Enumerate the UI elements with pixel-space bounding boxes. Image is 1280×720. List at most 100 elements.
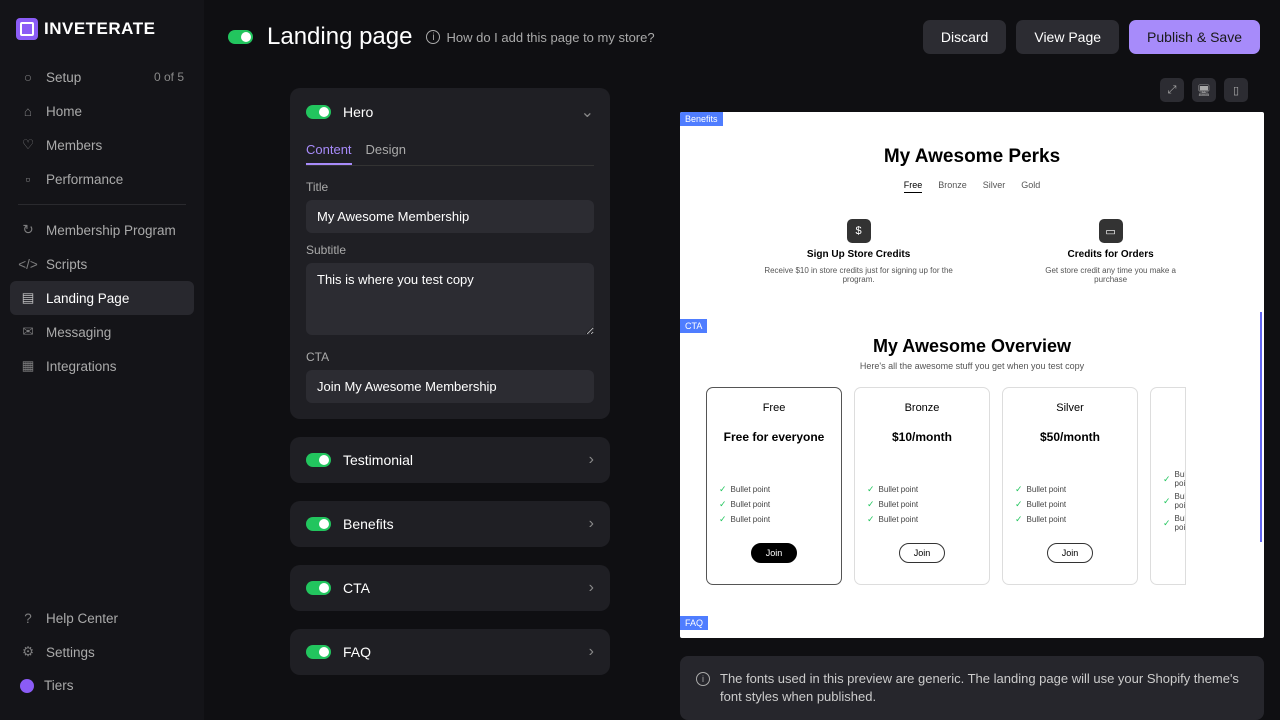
mail-icon: ✉: [20, 324, 36, 340]
setup-count: 0 of 5: [154, 70, 184, 84]
plan-bronze[interactable]: Bronze $10/month ✓Bullet point ✓Bullet p…: [854, 387, 990, 585]
plan-name: Free: [763, 402, 786, 414]
section-faq: FAQ ›: [290, 629, 610, 675]
plan-partial: ✓Bullet point ✓Bullet point ✓Bullet poin…: [1150, 387, 1186, 585]
check-icon: ✓: [1163, 496, 1171, 507]
help-link[interactable]: i How do I add this page to my store?: [426, 30, 654, 45]
hero-title: Hero: [343, 104, 373, 120]
subtitle-input[interactable]: This is where you test copy: [306, 263, 594, 335]
preview-frame: Benefits My Awesome Perks Free Bronze Si…: [680, 112, 1264, 638]
preview-notice: i The fonts used in this preview are gen…: [680, 656, 1264, 720]
sidebar-item-label: Tiers: [44, 678, 74, 693]
plan-price: $10/month: [892, 430, 952, 444]
plan-silver[interactable]: Silver $50/month ✓Bullet point ✓Bullet p…: [1002, 387, 1138, 585]
sidebar-item-tiers[interactable]: Tiers: [10, 669, 194, 702]
sidebar-item-label: Membership Program: [46, 223, 176, 238]
badge-cta: CTA: [680, 319, 707, 333]
info-icon: i: [426, 30, 440, 44]
refresh-icon: ↻: [20, 222, 36, 238]
sidebar-item-label: Messaging: [46, 325, 111, 340]
header: Landing page i How do I add this page to…: [204, 0, 1280, 68]
check-icon: ✓: [719, 499, 727, 510]
discard-button[interactable]: Discard: [923, 20, 1006, 54]
sidebar-item-scripts[interactable]: </> Scripts: [10, 247, 194, 281]
faq-toggle[interactable]: [306, 645, 331, 659]
chart-icon: ▫: [20, 171, 36, 187]
dollar-icon: $: [847, 219, 871, 243]
section-testimonial-header[interactable]: Testimonial ›: [290, 437, 610, 483]
publish-save-button[interactable]: Publish & Save: [1129, 20, 1260, 54]
cta-input[interactable]: [306, 370, 594, 403]
perks-tab-silver[interactable]: Silver: [983, 180, 1006, 193]
sidebar-item-label: Help Center: [46, 611, 118, 626]
benefit-title: Credits for Orders: [1068, 249, 1154, 260]
main: Landing page i How do I add this page to…: [204, 0, 1280, 720]
mobile-view-button[interactable]: ▯: [1224, 78, 1248, 102]
sidebar-item-settings[interactable]: ⚙ Settings: [10, 635, 194, 669]
code-icon: </>: [20, 256, 36, 272]
check-icon: ✓: [1163, 518, 1171, 529]
sidebar-item-label: Settings: [46, 645, 95, 660]
hero-toggle[interactable]: [306, 105, 331, 119]
testimonial-toggle[interactable]: [306, 453, 331, 467]
section-cta: CTA ›: [290, 565, 610, 611]
home-icon: ⌂: [20, 103, 36, 119]
gear-icon: ⚙: [20, 644, 36, 660]
check-icon: ✓: [1015, 499, 1023, 510]
section-hero-header[interactable]: Hero ⌄: [290, 88, 610, 136]
chevron-right-icon: ›: [589, 643, 594, 661]
chevron-right-icon: ›: [589, 579, 594, 597]
page-enabled-toggle[interactable]: [228, 30, 253, 44]
sidebar-item-help[interactable]: ? Help Center: [10, 601, 194, 635]
editor-panel: Hero ⌄ Content Design Title Subtitle Thi…: [220, 68, 620, 720]
preview-panel: ⤢ 🖥 ▯ Benefits My Awesome Perks Free Bro…: [620, 68, 1264, 720]
sidebar-item-setup[interactable]: ○ Setup 0 of 5: [10, 60, 194, 94]
desktop-view-button[interactable]: 🖥: [1192, 78, 1216, 102]
plan-name: Silver: [1056, 402, 1084, 414]
sidebar-item-integrations[interactable]: ▦ Integrations: [10, 349, 194, 383]
benefits-title: Benefits: [343, 516, 394, 532]
plan-price: $50/month: [1040, 430, 1100, 444]
benefit-desc: Receive $10 in store credits just for si…: [760, 266, 957, 284]
plan-free[interactable]: Free Free for everyone ✓Bullet point ✓Bu…: [706, 387, 842, 585]
check-icon: ✓: [1015, 484, 1023, 495]
perks-tab-free[interactable]: Free: [904, 180, 923, 193]
check-icon: ✓: [867, 499, 875, 510]
benefit-desc: Get store credit any time you make a pur…: [1037, 266, 1184, 284]
sidebar-item-label: Integrations: [46, 359, 117, 374]
join-button[interactable]: Join: [1047, 543, 1094, 563]
sidebar-item-label: Home: [46, 104, 82, 119]
join-button[interactable]: Join: [751, 543, 798, 563]
benefits-toggle[interactable]: [306, 517, 331, 531]
sidebar-item-membership-program[interactable]: ↻ Membership Program: [10, 213, 194, 247]
plan-name: Bronze: [905, 402, 940, 414]
title-input[interactable]: [306, 200, 594, 233]
tab-design[interactable]: Design: [366, 136, 406, 165]
scrollbar[interactable]: [1260, 312, 1262, 542]
section-faq-header[interactable]: FAQ ›: [290, 629, 610, 675]
sidebar-item-messaging[interactable]: ✉ Messaging: [10, 315, 194, 349]
cta-label: CTA: [306, 350, 594, 364]
perks-tab-gold[interactable]: Gold: [1021, 180, 1040, 193]
tab-content[interactable]: Content: [306, 136, 352, 165]
cta-toggle[interactable]: [306, 581, 331, 595]
testimonial-title: Testimonial: [343, 452, 413, 468]
sidebar-item-members[interactable]: ♡ Members: [10, 128, 194, 162]
sidebar-item-performance[interactable]: ▫ Performance: [10, 162, 194, 196]
logo-icon: [16, 18, 38, 40]
section-benefits-header[interactable]: Benefits ›: [290, 501, 610, 547]
perks-tab-bronze[interactable]: Bronze: [938, 180, 967, 193]
section-testimonial: Testimonial ›: [290, 437, 610, 483]
view-page-button[interactable]: View Page: [1016, 20, 1119, 54]
perks-tabs: Free Bronze Silver Gold: [740, 180, 1204, 193]
section-cta-header[interactable]: CTA ›: [290, 565, 610, 611]
join-button[interactable]: Join: [899, 543, 946, 563]
check-icon: ✓: [1015, 514, 1023, 525]
expand-button[interactable]: ⤢: [1160, 78, 1184, 102]
grid-icon: ▦: [20, 358, 36, 374]
badge-faq: FAQ: [680, 616, 708, 630]
sidebar-item-landing-page[interactable]: ▤ Landing Page: [10, 281, 194, 315]
badge-benefits: Benefits: [680, 112, 723, 126]
sidebar-item-home[interactable]: ⌂ Home: [10, 94, 194, 128]
info-icon: i: [696, 672, 710, 686]
